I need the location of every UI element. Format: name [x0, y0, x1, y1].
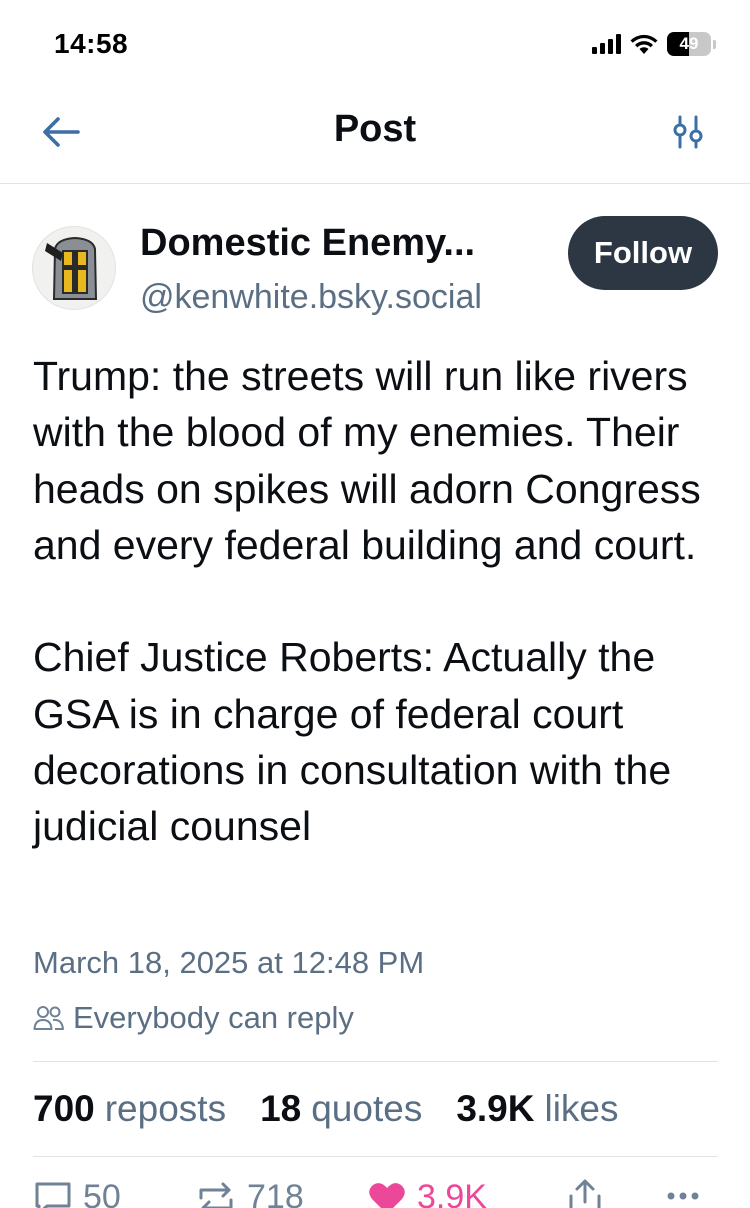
post-action-bar: 50 718 3.9K — [33, 1178, 718, 1208]
quotes-stat[interactable]: 18 quotes — [260, 1088, 422, 1130]
avatar[interactable] — [32, 226, 116, 310]
helmet-avatar-icon — [45, 236, 98, 300]
reply-setting-label: Everybody can reply — [73, 1000, 354, 1035]
post-header: Post — [0, 90, 750, 184]
heart-icon — [369, 1182, 405, 1208]
reply-button[interactable]: 50 — [33, 1178, 121, 1208]
ellipsis-icon — [667, 1192, 699, 1200]
author-display-name[interactable]: Domestic Enemy... — [140, 222, 475, 265]
repost-button[interactable]: 718 — [195, 1178, 304, 1208]
repost-count: 718 — [247, 1178, 304, 1208]
post-stats: 700 reposts 18 quotes 3.9K likes — [33, 1088, 619, 1130]
reposts-stat[interactable]: 700 reposts — [33, 1088, 226, 1130]
sliders-icon — [673, 115, 703, 149]
reply-count: 50 — [83, 1178, 121, 1208]
author-handle[interactable]: @kenwhite.bsky.social — [140, 278, 482, 317]
like-count: 3.9K — [417, 1178, 487, 1208]
wifi-icon — [630, 34, 658, 54]
share-icon — [569, 1179, 601, 1208]
reposts-count: 700 — [33, 1088, 95, 1129]
people-icon — [33, 1006, 64, 1030]
more-options-button[interactable] — [663, 1178, 703, 1208]
like-button[interactable]: 3.9K — [367, 1178, 487, 1208]
share-button[interactable] — [565, 1178, 605, 1208]
status-icons: 49 — [592, 32, 716, 56]
reposts-label: reposts — [104, 1088, 227, 1129]
divider — [33, 1061, 718, 1062]
reply-setting[interactable]: Everybody can reply — [33, 1000, 354, 1036]
quotes-count: 18 — [260, 1088, 302, 1129]
follow-button[interactable]: Follow — [568, 216, 718, 290]
cellular-signal-icon — [592, 34, 621, 54]
post-text: Trump: the streets will run like rivers … — [33, 353, 701, 850]
post-author: Domestic Enemy... @kenwhite.bsky.social … — [32, 216, 722, 322]
divider — [33, 1156, 718, 1157]
thread-options-button[interactable] — [666, 110, 710, 154]
status-time: 14:58 — [54, 28, 129, 59]
battery-percent: 49 — [679, 34, 699, 53]
quotes-label: quotes — [311, 1088, 423, 1129]
battery-icon: 49 — [667, 32, 711, 56]
likes-stat[interactable]: 3.9K likes — [456, 1088, 618, 1130]
status-bar: 14:58 49 — [0, 0, 750, 90]
likes-count: 3.9K — [456, 1088, 535, 1129]
likes-label: likes — [544, 1088, 619, 1129]
page-title: Post — [333, 108, 417, 150]
battery-nub — [713, 39, 716, 49]
repost-icon — [199, 1182, 233, 1208]
post-timestamp: March 18, 2025 at 12:48 PM — [33, 945, 425, 980]
comment-icon — [35, 1182, 71, 1208]
